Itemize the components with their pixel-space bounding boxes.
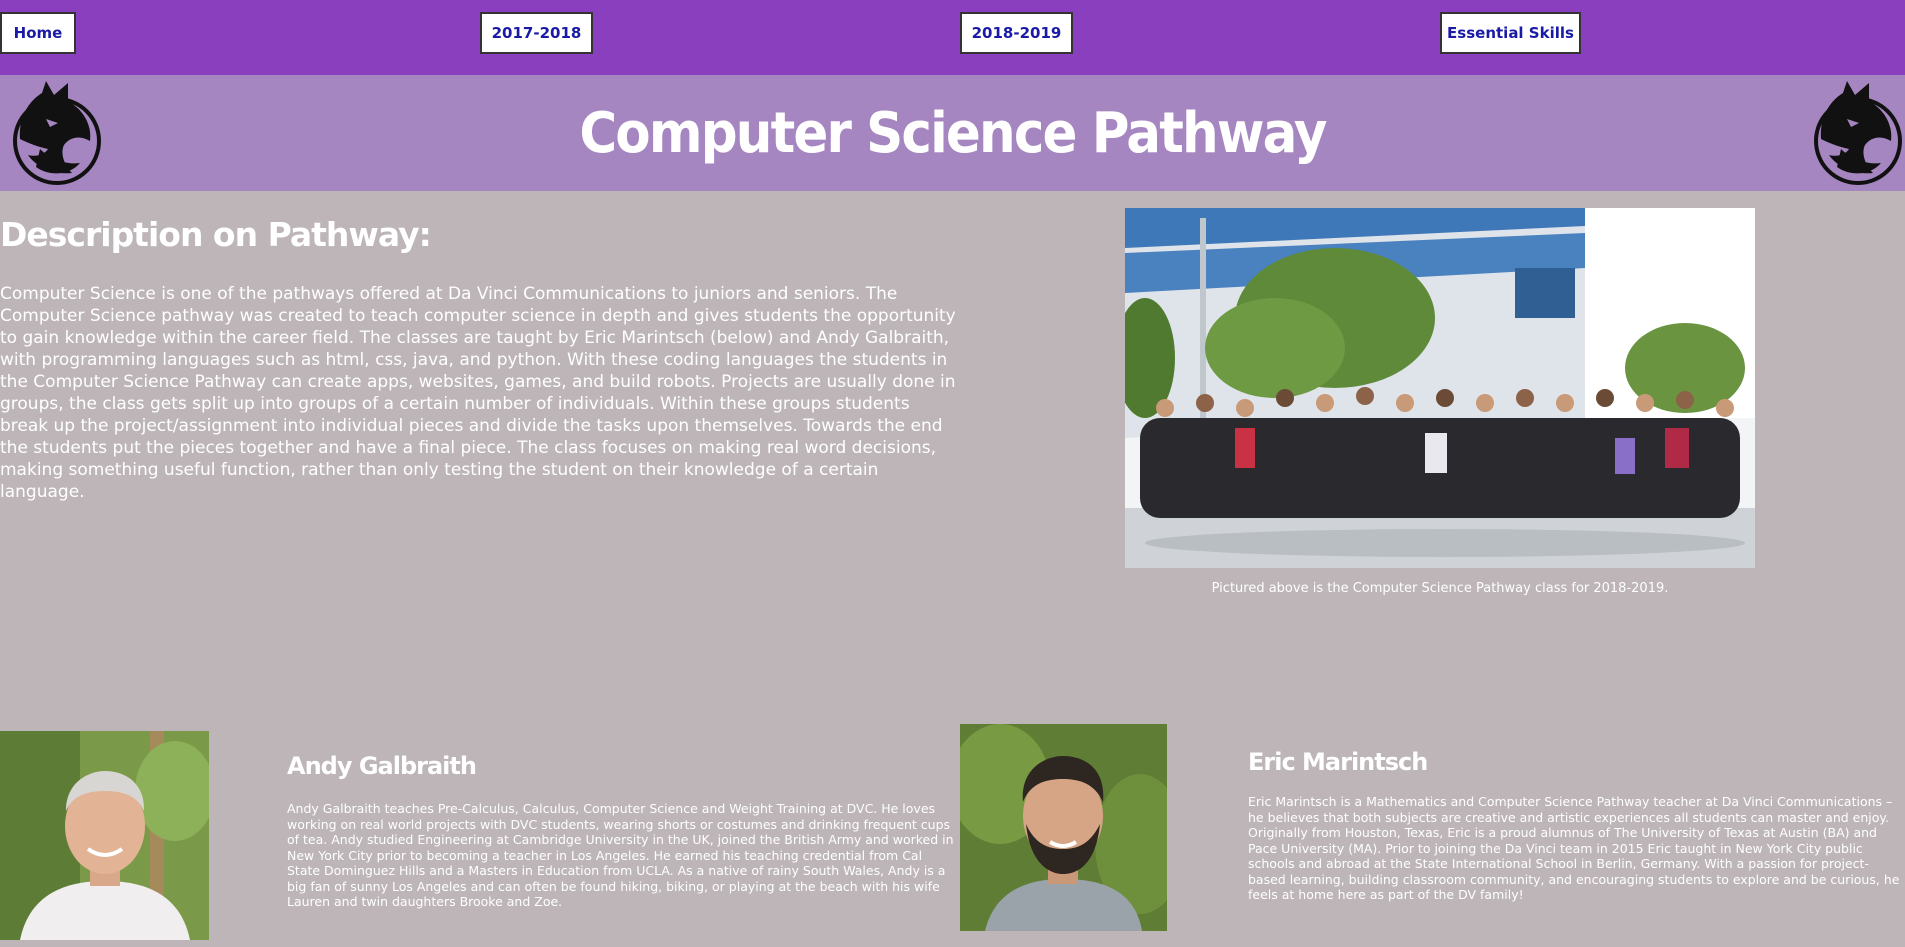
nav-essential-skills-button[interactable]: Essential Skills xyxy=(1440,12,1581,54)
nav-2018-2019-button[interactable]: 2018-2019 xyxy=(960,12,1073,54)
eric-bio: Eric Marintsch is a Mathematics and Comp… xyxy=(1248,794,1900,902)
page-banner: Computer Science Pathway xyxy=(0,75,1905,191)
wolf-logo-icon xyxy=(13,81,101,185)
andy-portrait xyxy=(0,731,209,940)
class-photo xyxy=(1125,208,1755,568)
nav-2017-2018-button[interactable]: 2017-2018 xyxy=(480,12,593,54)
nav-home-button[interactable]: Home xyxy=(0,12,76,54)
description-text: Computer Science is one of the pathways … xyxy=(0,284,956,502)
eric-portrait xyxy=(960,724,1167,931)
andy-bio: Andy Galbraith teaches Pre-Calculus, Cal… xyxy=(287,801,954,909)
andy-name: Andy Galbraith xyxy=(287,752,477,780)
top-nav: Home 2017-2018 2018-2019 Essential Skill… xyxy=(0,0,1905,75)
eric-name: Eric Marintsch xyxy=(1248,748,1428,776)
photo-caption: Pictured above is the Computer Science P… xyxy=(1211,581,1669,596)
page-title: Computer Science Pathway xyxy=(579,100,1327,166)
wolf-logo-icon xyxy=(1814,81,1902,185)
description-heading: Description on Pathway: xyxy=(0,215,432,254)
